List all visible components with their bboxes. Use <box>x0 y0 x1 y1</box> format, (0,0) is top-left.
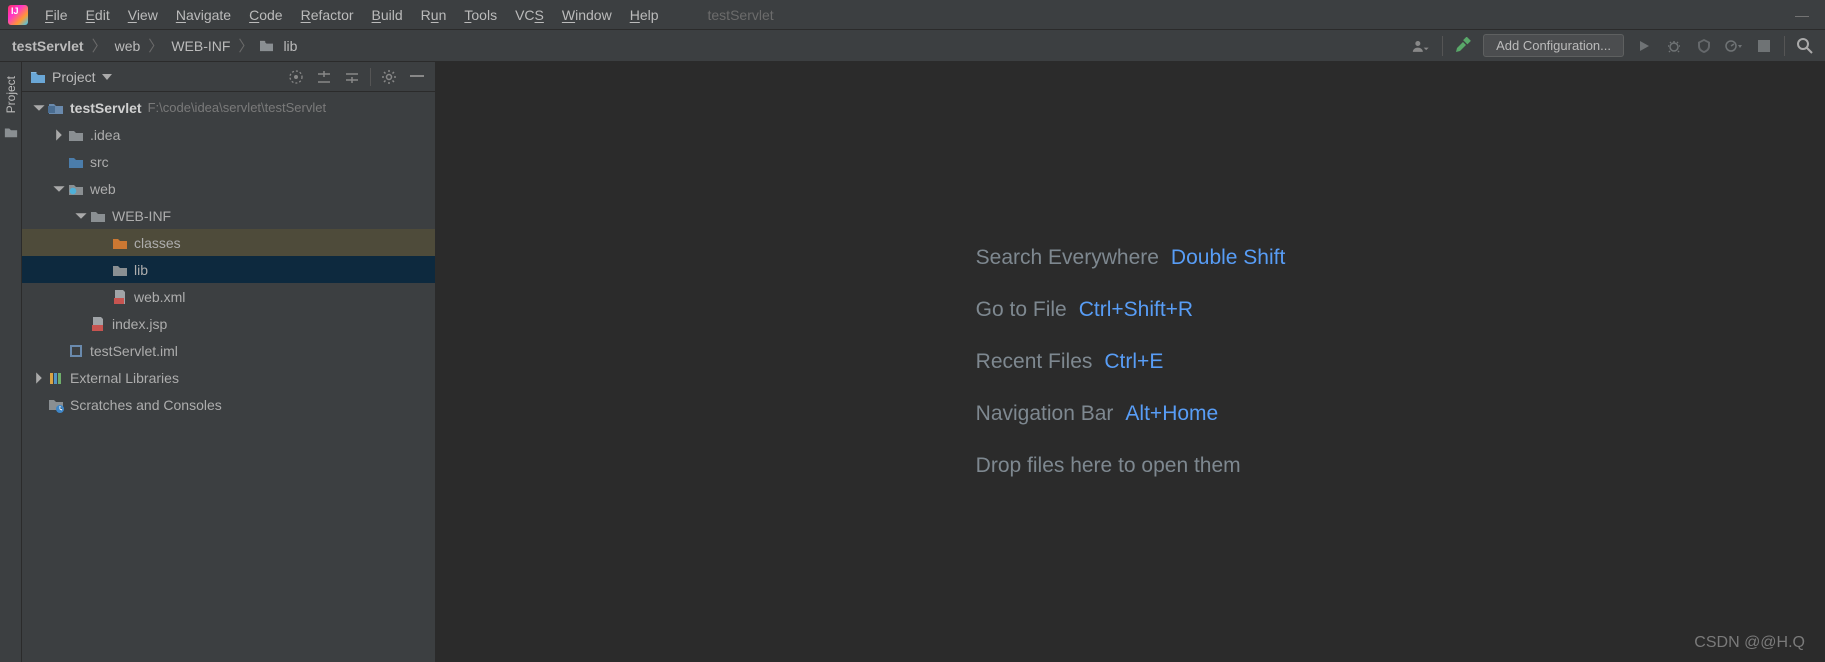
folder-icon <box>90 208 106 224</box>
tip-label: Search Everywhere <box>976 246 1159 269</box>
tip-label: Go to File <box>976 298 1067 321</box>
chevron-right-icon <box>52 128 66 142</box>
menu-build[interactable]: Build <box>363 0 412 30</box>
tree-indexjsp[interactable]: index.jsp <box>22 310 435 337</box>
debug-icon[interactable] <box>1664 36 1684 56</box>
tree-webinf[interactable]: WEB-INF <box>22 202 435 229</box>
folder-icon <box>4 125 18 139</box>
tip-drop: Drop files here to open them <box>976 440 1286 492</box>
menu-code[interactable]: Code <box>240 0 291 30</box>
source-folder-icon <box>68 154 84 170</box>
collapse-all-icon[interactable] <box>342 67 362 87</box>
left-gutter: Project <box>0 62 22 662</box>
window-title: testServlet <box>708 7 774 23</box>
chevron-down-icon[interactable] <box>102 74 112 80</box>
crumb-webinf[interactable]: WEB-INF <box>169 38 232 54</box>
menu-run[interactable]: Run <box>412 0 456 30</box>
gutter-tab-project[interactable]: Project <box>4 70 18 119</box>
menu-help[interactable]: Help <box>621 0 668 30</box>
tree-lib[interactable]: lib <box>22 256 435 283</box>
menu-navigate[interactable]: Navigate <box>167 0 240 30</box>
window-controls: — <box>1795 7 1821 23</box>
hammer-icon[interactable] <box>1453 36 1473 56</box>
app-icon <box>8 5 28 25</box>
project-tool-window: Project testServlet F:\code\idea\servlet… <box>22 62 436 662</box>
tip-shortcut: Alt+Home <box>1125 402 1218 425</box>
menu-vcs[interactable]: VCS <box>506 0 553 30</box>
watermark: CSDN @@H.Q <box>1694 634 1805 652</box>
crumb-lib[interactable]: lib <box>259 38 299 54</box>
scratches-icon <box>48 397 64 413</box>
crumb-sep-icon: 〉 <box>142 35 169 56</box>
chevron-down-icon <box>52 182 66 196</box>
run-icon[interactable] <box>1634 36 1654 56</box>
chevron-right-icon <box>32 371 46 385</box>
gear-icon[interactable] <box>379 67 399 87</box>
profiler-icon[interactable] <box>1724 36 1744 56</box>
menu-window[interactable]: Window <box>553 0 621 30</box>
search-icon[interactable] <box>1795 36 1815 56</box>
tree-src[interactable]: src <box>22 148 435 175</box>
tip-shortcut: Ctrl+E <box>1104 350 1163 373</box>
hide-icon[interactable] <box>407 67 427 87</box>
tree-root[interactable]: testServlet F:\code\idea\servlet\testSer… <box>22 94 435 121</box>
folder-orange-icon <box>112 235 128 251</box>
tip-shortcut: Ctrl+Shift+R <box>1079 298 1193 321</box>
jsp-file-icon <box>90 316 106 332</box>
tree-classes[interactable]: classes <box>22 229 435 256</box>
module-file-icon <box>68 343 84 359</box>
tree-web[interactable]: web <box>22 175 435 202</box>
tree-external-libraries[interactable]: External Libraries <box>22 364 435 391</box>
crumb-sep-icon: 〉 <box>86 35 113 56</box>
xml-file-icon <box>112 289 128 305</box>
tree-scratches[interactable]: Scratches and Consoles <box>22 391 435 418</box>
folder-icon <box>259 39 274 52</box>
add-configuration-button[interactable]: Add Configuration... <box>1483 34 1624 57</box>
web-folder-icon <box>68 181 84 197</box>
chevron-down-icon <box>32 101 46 115</box>
editor-area[interactable]: Search Everywhere Double Shift Go to File… <box>436 62 1825 662</box>
tip-label: Recent Files <box>976 350 1093 373</box>
crumb-project[interactable]: testServlet <box>10 38 86 54</box>
tip-label: Navigation Bar <box>976 402 1114 425</box>
tree-webxml[interactable]: web.xml <box>22 283 435 310</box>
chevron-down-icon <box>74 209 88 223</box>
pane-header: Project <box>22 62 435 92</box>
menu-tools[interactable]: Tools <box>455 0 506 30</box>
user-icon[interactable] <box>1412 36 1432 56</box>
pane-title[interactable]: Project <box>52 69 96 85</box>
editor-tips: Search Everywhere Double Shift Go to File… <box>976 232 1286 492</box>
crumb-web[interactable]: web <box>113 38 143 54</box>
stop-icon[interactable] <box>1754 36 1774 56</box>
menu-view[interactable]: View <box>119 0 167 30</box>
tree-idea[interactable]: .idea <box>22 121 435 148</box>
menubar: File Edit View Navigate Code Refactor Bu… <box>0 0 1825 30</box>
menu-refactor[interactable]: Refactor <box>292 0 363 30</box>
tip-shortcut: Double Shift <box>1171 246 1285 269</box>
libraries-icon <box>48 370 64 386</box>
folder-icon <box>112 262 128 278</box>
select-opened-file-icon[interactable] <box>286 67 306 87</box>
coverage-icon[interactable] <box>1694 36 1714 56</box>
module-icon <box>48 100 64 116</box>
folder-icon <box>68 127 84 143</box>
expand-all-icon[interactable] <box>314 67 334 87</box>
project-tree[interactable]: testServlet F:\code\idea\servlet\testSer… <box>22 92 435 662</box>
minimize-icon[interactable]: — <box>1795 7 1809 23</box>
navbar: testServlet 〉 web 〉 WEB-INF 〉 lib Add Co… <box>0 30 1825 62</box>
folder-icon <box>30 70 46 84</box>
tree-iml[interactable]: testServlet.iml <box>22 337 435 364</box>
crumb-sep-icon: 〉 <box>232 35 259 56</box>
menu-file[interactable]: File <box>36 0 77 30</box>
menu-edit[interactable]: Edit <box>77 0 119 30</box>
